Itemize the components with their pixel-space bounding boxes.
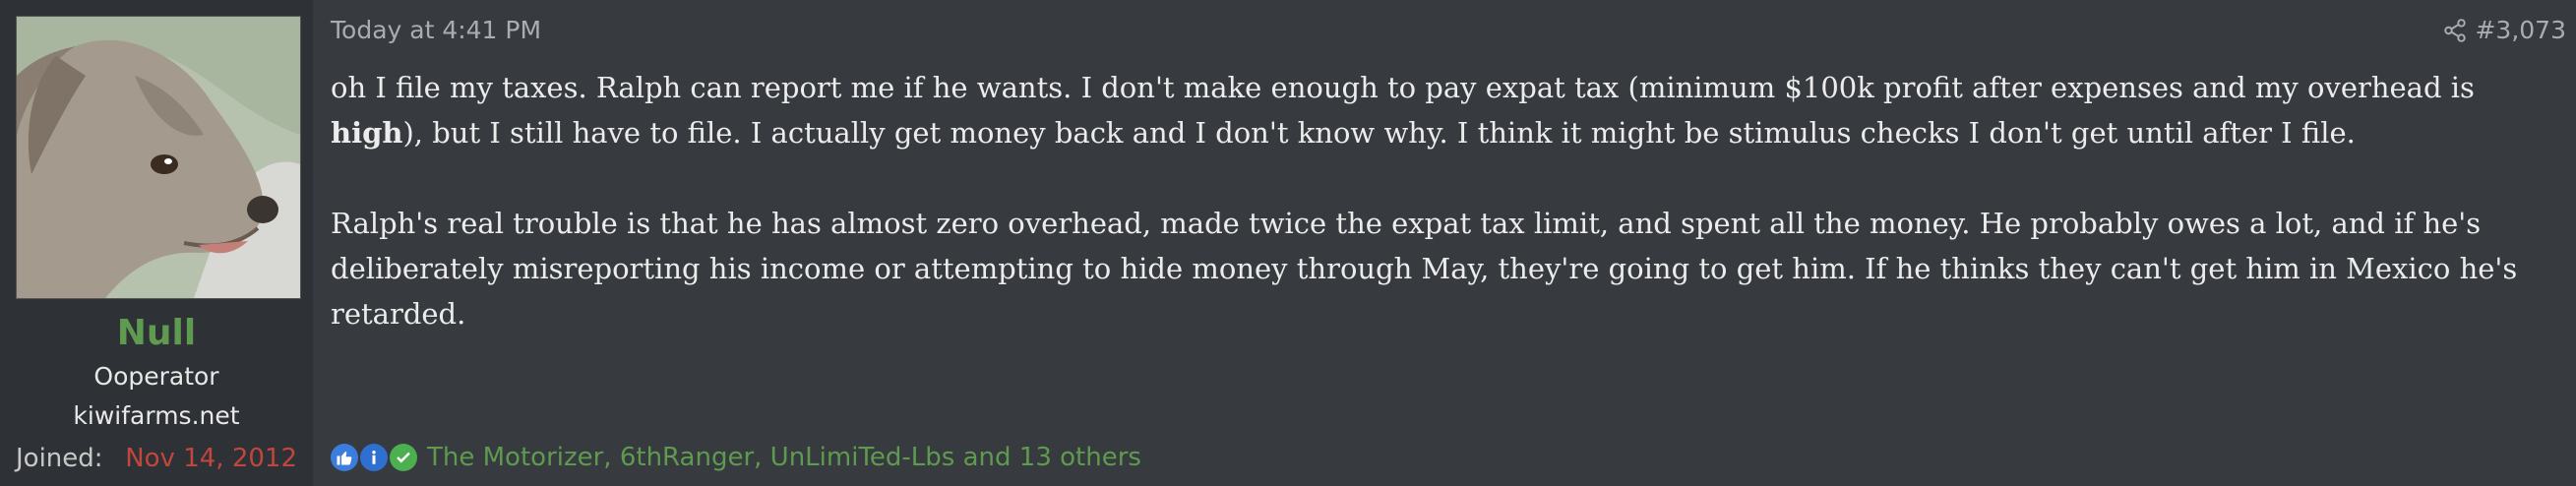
- joined-date: Nov 14, 2012: [125, 444, 297, 473]
- post-main: Today at 4:41 PM #3,073 oh I file my tax…: [313, 0, 2576, 486]
- paragraph-1: oh I file my taxes. Ralph can report me …: [331, 65, 2564, 155]
- user-info-panel: Null Ooperator kiwifarms.net Joined: Nov…: [0, 0, 313, 486]
- dog-avatar-icon: [17, 17, 300, 298]
- paragraph-1-bold: high: [331, 116, 403, 150]
- joined-label: Joined:: [16, 444, 103, 473]
- reactions-bar[interactable]: The Motorizer, 6thRanger, UnLimiTed-Lbs …: [331, 443, 1141, 472]
- share-icon[interactable]: [2442, 18, 2468, 43]
- paragraph-1-text-a: oh I file my taxes. Ralph can report me …: [331, 71, 2475, 104]
- user-title: Ooperator: [93, 362, 219, 391]
- thumbs-up-icon: [331, 444, 358, 471]
- paragraph-1-text-b: ), but I still have to file. I actually …: [402, 116, 2356, 150]
- paragraph-2: Ralph's real trouble is that he has almo…: [331, 207, 2518, 331]
- informative-icon: [360, 444, 388, 471]
- check-icon: [390, 444, 417, 471]
- reactions-list[interactable]: The Motorizer, 6thRanger, UnLimiTed-Lbs …: [427, 443, 1141, 472]
- post-number[interactable]: #3,073: [2475, 16, 2566, 44]
- post-timestamp[interactable]: Today at 4:41 PM: [331, 16, 541, 44]
- avatar[interactable]: [16, 16, 301, 299]
- post-body: oh I file my taxes. Ralph can report me …: [331, 65, 2564, 382]
- forum-post: Null Ooperator kiwifarms.net Joined: Nov…: [0, 0, 2576, 486]
- user-site: kiwifarms.net: [73, 401, 240, 430]
- username[interactable]: Null: [0, 313, 313, 353]
